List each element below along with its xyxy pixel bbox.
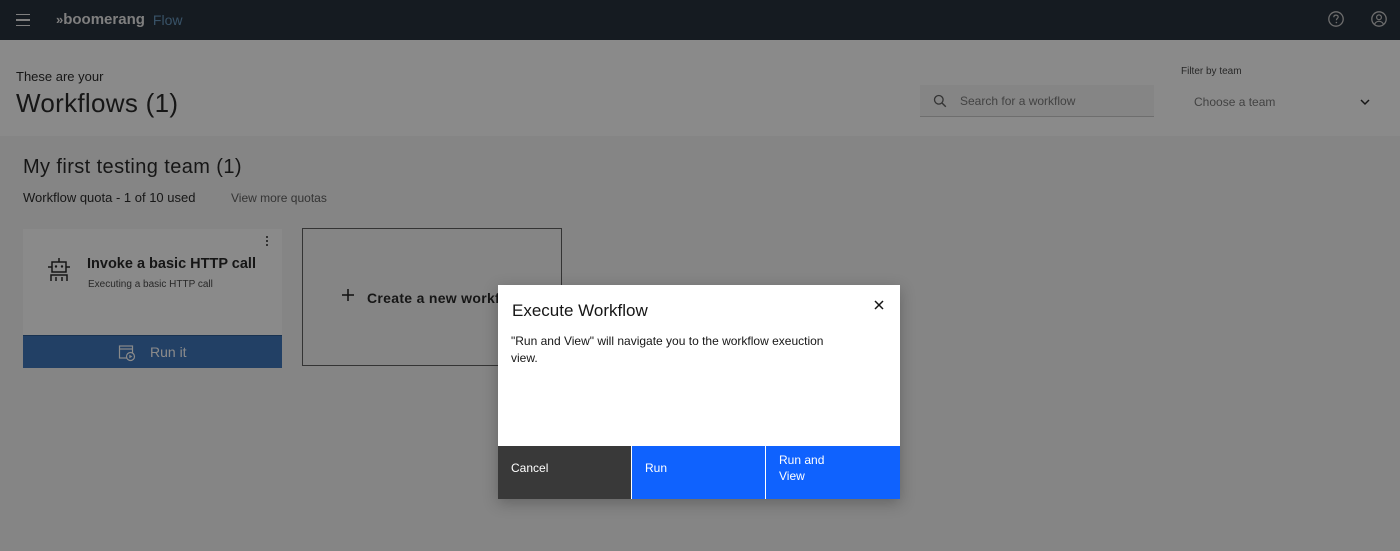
- run-and-view-button[interactable]: Run and View: [765, 446, 900, 499]
- modal-body-text: "Run and View" will navigate you to the …: [511, 334, 824, 365]
- modal-footer: Cancel Run Run and View: [498, 446, 900, 499]
- cancel-button[interactable]: Cancel: [498, 446, 631, 499]
- modal-title: Execute Workflow: [512, 301, 648, 320]
- execute-workflow-modal: Execute Workflow "Run and View" will nav…: [498, 285, 900, 499]
- run-and-view-label: Run and View: [779, 453, 825, 483]
- run-button[interactable]: Run: [631, 446, 765, 499]
- close-icon[interactable]: [871, 297, 887, 313]
